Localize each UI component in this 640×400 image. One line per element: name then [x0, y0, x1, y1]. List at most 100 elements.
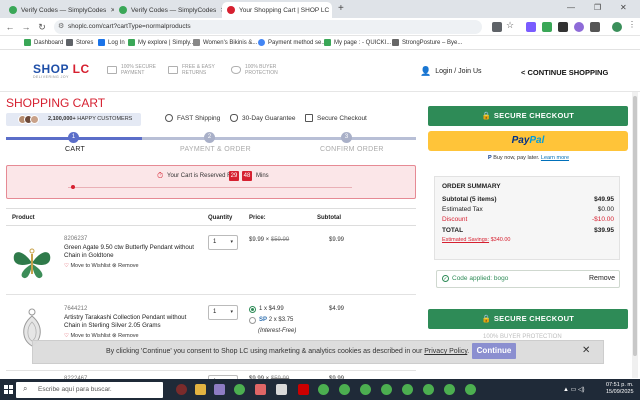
- move-to-wishlist-link[interactable]: ♡ Move to Wishlist: [64, 333, 111, 339]
- translate-icon[interactable]: [492, 22, 502, 32]
- extensions-puzzle-icon[interactable]: [590, 22, 600, 32]
- chrome-icon[interactable]: [444, 384, 455, 395]
- quantity-select[interactable]: 1 ▾: [208, 235, 238, 250]
- perk-guarantee: 30-Day Guarantee: [230, 114, 295, 122]
- item-subtotal: $4.99: [329, 306, 345, 312]
- browser-tab[interactable]: Verify Codes — SimplyCodes ✕: [114, 2, 222, 18]
- cart-reserved-banner: [6, 165, 416, 199]
- step-label: CONFIRM ORDER: [320, 146, 384, 153]
- feature-buyer-protection: 100% BUYER PROTECTION: [231, 64, 278, 76]
- new-tab-button[interactable]: +: [338, 3, 344, 14]
- taskbar-app-icon[interactable]: [214, 384, 225, 395]
- chrome-icon[interactable]: [318, 384, 329, 395]
- chrome-icon[interactable]: [234, 384, 245, 395]
- bookmark-item[interactable]: Dashboard: [24, 39, 63, 46]
- chrome-icon[interactable]: [339, 384, 350, 395]
- bookmark-item[interactable]: StrongPosture – Bye...: [392, 39, 462, 46]
- product-name[interactable]: Green Agate 9.50 ctw Butterfly Pendant w…: [64, 244, 194, 260]
- address-bar[interactable]: shoplc.com/cart?cartType=normalproducts: [54, 20, 482, 34]
- bookmark-star-icon[interactable]: ☆: [506, 20, 514, 31]
- site-info-icon[interactable]: ⚙: [58, 22, 64, 30]
- payment-option-radio[interactable]: [249, 317, 256, 324]
- continue-shopping-link[interactable]: < CONTINUE SHOPPING: [521, 68, 608, 77]
- product-name[interactable]: Artistry Tarakashi Collection Pendant wi…: [64, 314, 194, 330]
- reserved-minutes: 29: [229, 171, 239, 181]
- bookmark-item[interactable]: Payment method se...: [258, 39, 326, 46]
- secure-checkout-button[interactable]: 🔒 SECURE CHECKOUT: [428, 106, 628, 126]
- payment-option-radio-selected[interactable]: [249, 306, 256, 313]
- quantity-select[interactable]: 1 ▾: [208, 305, 238, 320]
- column-header: Subtotal: [317, 215, 341, 221]
- bookmark-item[interactable]: My explore | Simply...: [128, 39, 195, 46]
- column-header: Price:: [249, 215, 266, 221]
- extension-icon[interactable]: [542, 22, 552, 32]
- reload-icon[interactable]: ↻: [36, 21, 48, 33]
- window-close-icon[interactable]: ✕: [620, 3, 627, 12]
- extension-icon[interactable]: [574, 22, 584, 32]
- move-to-wishlist-link[interactable]: ♡ Move to Wishlist: [64, 263, 111, 269]
- cookie-continue-button[interactable]: Continue: [472, 343, 516, 359]
- remove-item-link[interactable]: ⊗ Remove: [112, 263, 139, 269]
- logo-tagline: DELIVERING JOY: [33, 75, 69, 79]
- taskbar-search-input[interactable]: Escribe aquí para buscar.: [16, 382, 163, 398]
- forward-arrow-icon[interactable]: →: [20, 21, 32, 33]
- chevron-down-icon: ▾: [230, 309, 233, 315]
- coupon-remove-button[interactable]: Remove: [589, 275, 615, 282]
- taskbar-clock[interactable]: 07:51 p. m. 15/09/2025: [606, 382, 634, 396]
- browser-tab-active[interactable]: Your Shopping Cart | SHOP LC ✕: [222, 2, 332, 18]
- browser-tab[interactable]: Verify Codes — SimplyCodes ✕: [4, 2, 114, 18]
- bookmark-item[interactable]: Stores: [66, 39, 93, 46]
- bookmark-favicon-icon: [98, 39, 105, 46]
- close-icon[interactable]: ✕: [329, 6, 332, 14]
- minimize-icon[interactable]: —: [567, 3, 575, 12]
- chrome-icon[interactable]: [423, 384, 434, 395]
- bookmark-item[interactable]: Women's Bikinis &...: [193, 39, 257, 46]
- truck-icon: [168, 66, 178, 74]
- heart-icon: ♡: [64, 263, 69, 269]
- remove-item-link[interactable]: ⊗ Remove: [112, 333, 139, 339]
- chrome-icon[interactable]: [402, 384, 413, 395]
- bookmark-item[interactable]: My page : - QUICKI...: [324, 39, 391, 46]
- product-sku: 7644212: [64, 306, 88, 312]
- product-image-butterfly[interactable]: [10, 246, 54, 280]
- taskbar-app-icon[interactable]: [255, 384, 266, 395]
- shoplc-logo[interactable]: SHOP LC: [33, 62, 90, 76]
- close-icon[interactable]: ✕: [106, 6, 114, 14]
- paypal-button[interactable]: PayPal: [428, 131, 628, 151]
- bookmark-item[interactable]: Log In: [98, 39, 125, 46]
- extension-icon[interactable]: [558, 22, 568, 32]
- column-header: Quantity: [208, 215, 233, 221]
- system-tray-icons[interactable]: ▲ ▭ ◁): [563, 386, 585, 393]
- profile-avatar-icon[interactable]: [612, 22, 622, 32]
- secure-checkout-button-bottom[interactable]: 🔒 SECURE CHECKOUT: [428, 309, 628, 329]
- paypal-p-icon: P: [488, 155, 492, 161]
- tab-title: Your Shopping Cart | SHOP LC: [239, 6, 330, 14]
- perk-secure-checkout: Secure Checkout: [305, 114, 367, 122]
- menu-kebab-icon[interactable]: ⋮: [628, 20, 636, 29]
- maximize-icon[interactable]: ❐: [594, 3, 601, 12]
- tab-title: Verify Codes — SimplyCodes: [131, 6, 217, 14]
- extension-icon[interactable]: [526, 22, 536, 32]
- item-subtotal: $9.99: [329, 237, 345, 243]
- estimated-savings: Estimated Savings: $340.00: [442, 237, 511, 243]
- page-scrollbar-thumb[interactable]: [633, 96, 637, 356]
- card-icon: [107, 66, 117, 74]
- privacy-policy-link[interactable]: Privacy Policy: [424, 348, 467, 355]
- chrome-icon[interactable]: [360, 384, 371, 395]
- taskbar-app-icon[interactable]: [298, 384, 309, 395]
- file-explorer-icon[interactable]: [195, 384, 206, 395]
- chrome-icon[interactable]: [381, 384, 392, 395]
- reserved-seconds: 48: [242, 171, 252, 181]
- close-icon[interactable]: ✕: [582, 345, 590, 356]
- chrome-icon[interactable]: [465, 384, 476, 395]
- learn-more-link[interactable]: Learn more: [541, 155, 569, 161]
- product-sku: 8206237: [64, 236, 88, 242]
- login-link[interactable]: 👤 Login / Join Us: [420, 66, 482, 77]
- windows-start-icon[interactable]: [4, 385, 13, 394]
- taskbar-app-icon[interactable]: [276, 384, 287, 395]
- back-arrow-icon[interactable]: ←: [4, 21, 16, 33]
- reserved-text: Your Cart is Reserved For: [167, 173, 237, 179]
- customer-avatar: [30, 115, 39, 124]
- row-divider: [6, 370, 416, 371]
- taskbar-app-icon[interactable]: [176, 384, 187, 395]
